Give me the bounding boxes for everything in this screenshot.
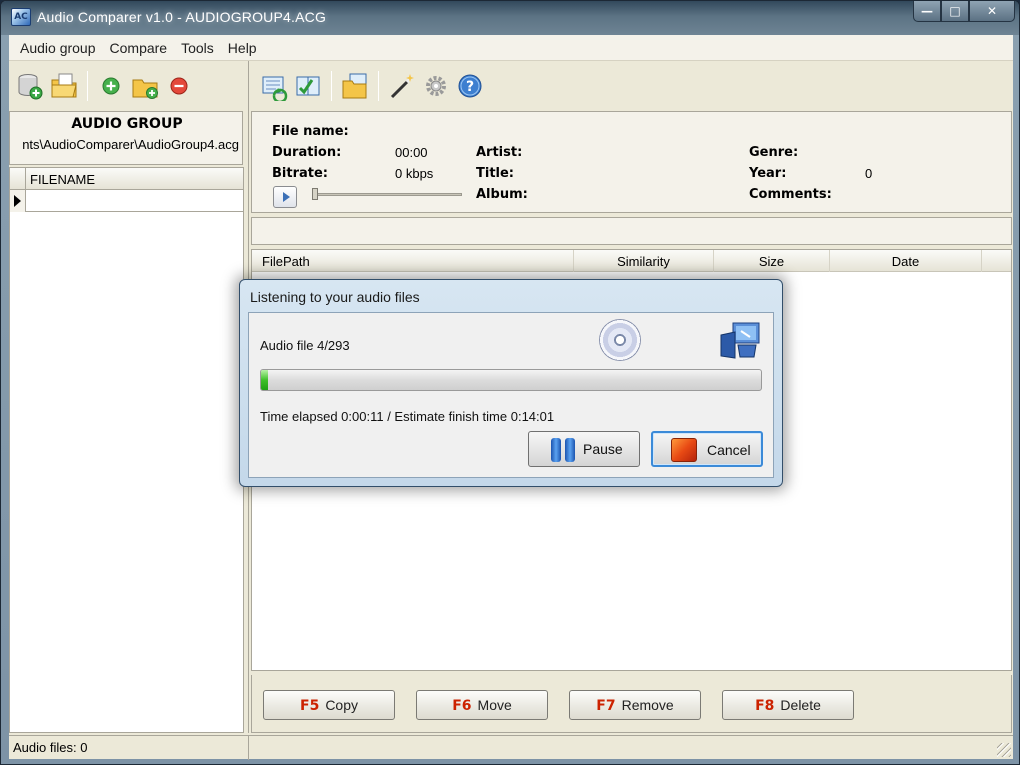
progress-dialog: Listening to your audio files Audio file… (239, 279, 783, 487)
pause-button[interactable]: Pause (528, 431, 640, 467)
file-name-label: File name: (272, 124, 349, 139)
copy-label: Copy (325, 697, 358, 713)
seek-slider[interactable] (312, 193, 462, 196)
dialog-body: Audio file 4/293 Time elapsed 0:00:11 / … (248, 312, 774, 478)
toolbar-separator (378, 71, 379, 101)
audio-group-path: nts\AudioComparer\AudioGroup4.acg (22, 137, 239, 152)
delete-key: F8 (755, 698, 775, 714)
settings-icon[interactable] (419, 69, 453, 103)
progress-file-count: Audio file 4/293 (260, 338, 350, 353)
year-value: 0 (865, 166, 873, 181)
row-indicator-icon (10, 190, 26, 212)
svg-text:?: ? (466, 79, 474, 95)
remove-label: Remove (621, 697, 674, 713)
cancel-icon (671, 438, 697, 462)
album-label: Album: (476, 187, 528, 202)
title-label: Title: (476, 166, 515, 181)
copy-button[interactable]: F5 Copy (263, 690, 395, 720)
toolbar-separator (87, 71, 88, 101)
app-icon[interactable]: AC (11, 8, 31, 26)
time-elapsed-text: Time elapsed 0:00:11 / Estimate finish t… (260, 409, 555, 424)
pause-label: Pause (583, 441, 623, 457)
copy-list-icon[interactable] (338, 69, 372, 103)
add-file-icon[interactable] (94, 69, 128, 103)
file-list[interactable]: FILENAME (9, 167, 244, 733)
pause-icon (551, 438, 577, 462)
menu-help[interactable]: Help (221, 40, 264, 56)
menu-compare[interactable]: Compare (103, 40, 175, 56)
filepath-column-header[interactable]: FilePath (252, 250, 574, 272)
add-folder-icon[interactable] (128, 69, 162, 103)
comments-label: Comments: (749, 187, 832, 202)
menu-tools[interactable]: Tools (174, 40, 221, 56)
size-column-header[interactable]: Size (714, 250, 830, 272)
similarity-column-header[interactable]: Similarity (574, 250, 714, 272)
progress-bar (260, 369, 762, 391)
filename-column-header[interactable]: FILENAME (30, 172, 95, 187)
title-bar[interactable]: AC Audio Comparer v1.0 - AUDIOGROUP4.ACG… (1, 1, 1019, 35)
artist-label: Artist: (476, 145, 523, 160)
cd-icon (599, 319, 641, 361)
duration-value: 00:00 (395, 145, 428, 160)
cancel-button[interactable]: Cancel (651, 431, 763, 467)
app-window: AC Audio Comparer v1.0 - AUDIOGROUP4.ACG… (0, 0, 1020, 765)
new-group-icon[interactable] (13, 69, 47, 103)
date-column-header[interactable]: Date (830, 250, 982, 272)
move-key: F6 (452, 698, 472, 714)
delete-button[interactable]: F8 Delete (722, 690, 854, 720)
menu-bar: Audio group Compare Tools Help (9, 35, 1013, 61)
right-toolbar: ? (257, 63, 487, 109)
row-header-corner (10, 168, 26, 190)
left-pane: AUDIO GROUP nts\AudioComparer\AudioGroup… (9, 61, 249, 733)
toolbar-separator (331, 71, 332, 101)
wizard-icon[interactable] (385, 69, 419, 103)
open-group-icon[interactable] (47, 69, 81, 103)
left-toolbar (13, 63, 196, 109)
results-header: FilePath Similarity Size Date (252, 250, 1011, 272)
file-list-header: FILENAME (10, 168, 243, 190)
bitrate-value: 0 kbps (395, 166, 434, 181)
remove-key: F7 (596, 698, 616, 714)
status-bar: Audio files: 0 (9, 735, 1013, 760)
duration-label: Duration: (272, 145, 342, 160)
compare-icon[interactable] (291, 69, 325, 103)
year-label: Year: (749, 166, 787, 181)
bitrate-label: Bitrate: (272, 166, 328, 181)
resize-grip-icon[interactable] (997, 743, 1011, 757)
move-label: Move (477, 697, 512, 713)
audio-group-header: AUDIO GROUP nts\AudioComparer\AudioGroup… (9, 111, 243, 165)
progress-bar-fill (261, 370, 268, 390)
window-title: Audio Comparer v1.0 - AUDIOGROUP4.ACG (37, 9, 327, 25)
window-controls: — □ ✕ (913, 1, 1015, 23)
menu-audio-group[interactable]: Audio group (13, 40, 103, 56)
help-icon[interactable]: ? (453, 69, 487, 103)
remove-button[interactable]: F7 Remove (569, 690, 701, 720)
dialog-title: Listening to your audio files (250, 289, 420, 305)
minimize-button[interactable]: — (913, 1, 941, 22)
delete-label: Delete (780, 697, 821, 713)
computer-icon (719, 321, 763, 361)
close-button[interactable]: ✕ (969, 1, 1015, 22)
cancel-label: Cancel (707, 442, 751, 458)
maximize-button[interactable]: □ (941, 1, 969, 22)
refresh-compare-icon[interactable] (257, 69, 291, 103)
action-bar: F5 Copy F6 Move F7 Remove F8 Delete (251, 675, 1012, 733)
remove-icon[interactable] (162, 69, 196, 103)
audio-group-title: AUDIO GROUP (71, 116, 183, 132)
genre-label: Genre: (749, 145, 799, 160)
move-button[interactable]: F6 Move (416, 690, 548, 720)
seek-slider-handle[interactable] (312, 188, 318, 200)
filter-bar (251, 217, 1012, 245)
audio-files-count: Audio files: 0 (9, 736, 249, 760)
copy-key: F5 (300, 698, 320, 714)
track-info-panel: File name: Duration: 00:00 Bitrate: 0 kb… (251, 111, 1012, 213)
file-list-row[interactable] (10, 190, 243, 212)
play-button[interactable] (273, 186, 297, 208)
